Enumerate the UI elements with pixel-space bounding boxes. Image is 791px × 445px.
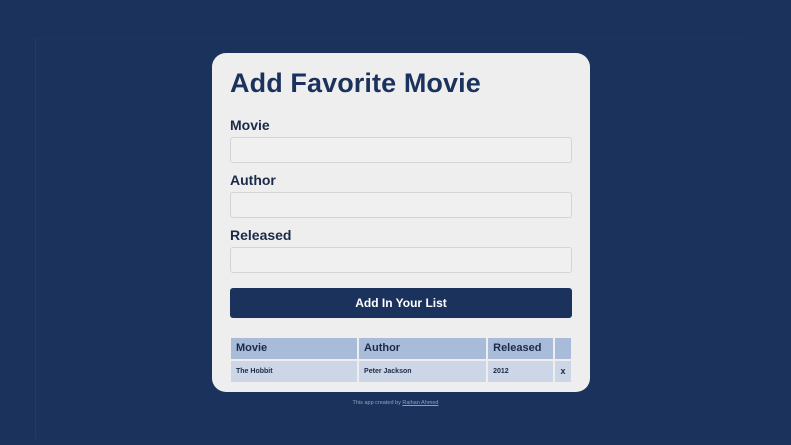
page-title: Add Favorite Movie [230,68,481,98]
footer-credit: This app created by Raihan Ahmed [0,400,791,406]
movie-input[interactable] [230,136,572,163]
delete-row-button[interactable]: x [555,360,571,382]
action-column-header [555,337,571,359]
movie-column-header: Movie [231,337,358,359]
released-input[interactable] [230,246,572,273]
table-row: The Hobbit Peter Jackson 2012 x [231,360,571,382]
author-input[interactable] [230,191,572,218]
app-background: Add Favorite Movie Movie Author Released… [0,0,791,445]
author-cell: Peter Jackson [359,360,487,382]
footer-text: This app created by [352,400,403,406]
released-label: Released [230,226,292,243]
author-column-header: Author [359,337,487,359]
add-to-list-button[interactable]: Add In Your List [230,287,572,318]
author-label: Author [230,171,276,188]
movie-form-card: Add Favorite Movie Movie Author Released… [212,53,590,392]
movie-cell: The Hobbit [231,360,358,382]
table-header-row: Movie Author Released [231,337,571,359]
released-column-header: Released [488,337,554,359]
movie-list-table: Movie Author Released The Hobbit Peter J… [229,336,573,384]
author-link[interactable]: Raihan Ahmed [402,400,438,406]
movie-label: Movie [230,116,270,133]
released-cell: 2012 [488,360,554,382]
